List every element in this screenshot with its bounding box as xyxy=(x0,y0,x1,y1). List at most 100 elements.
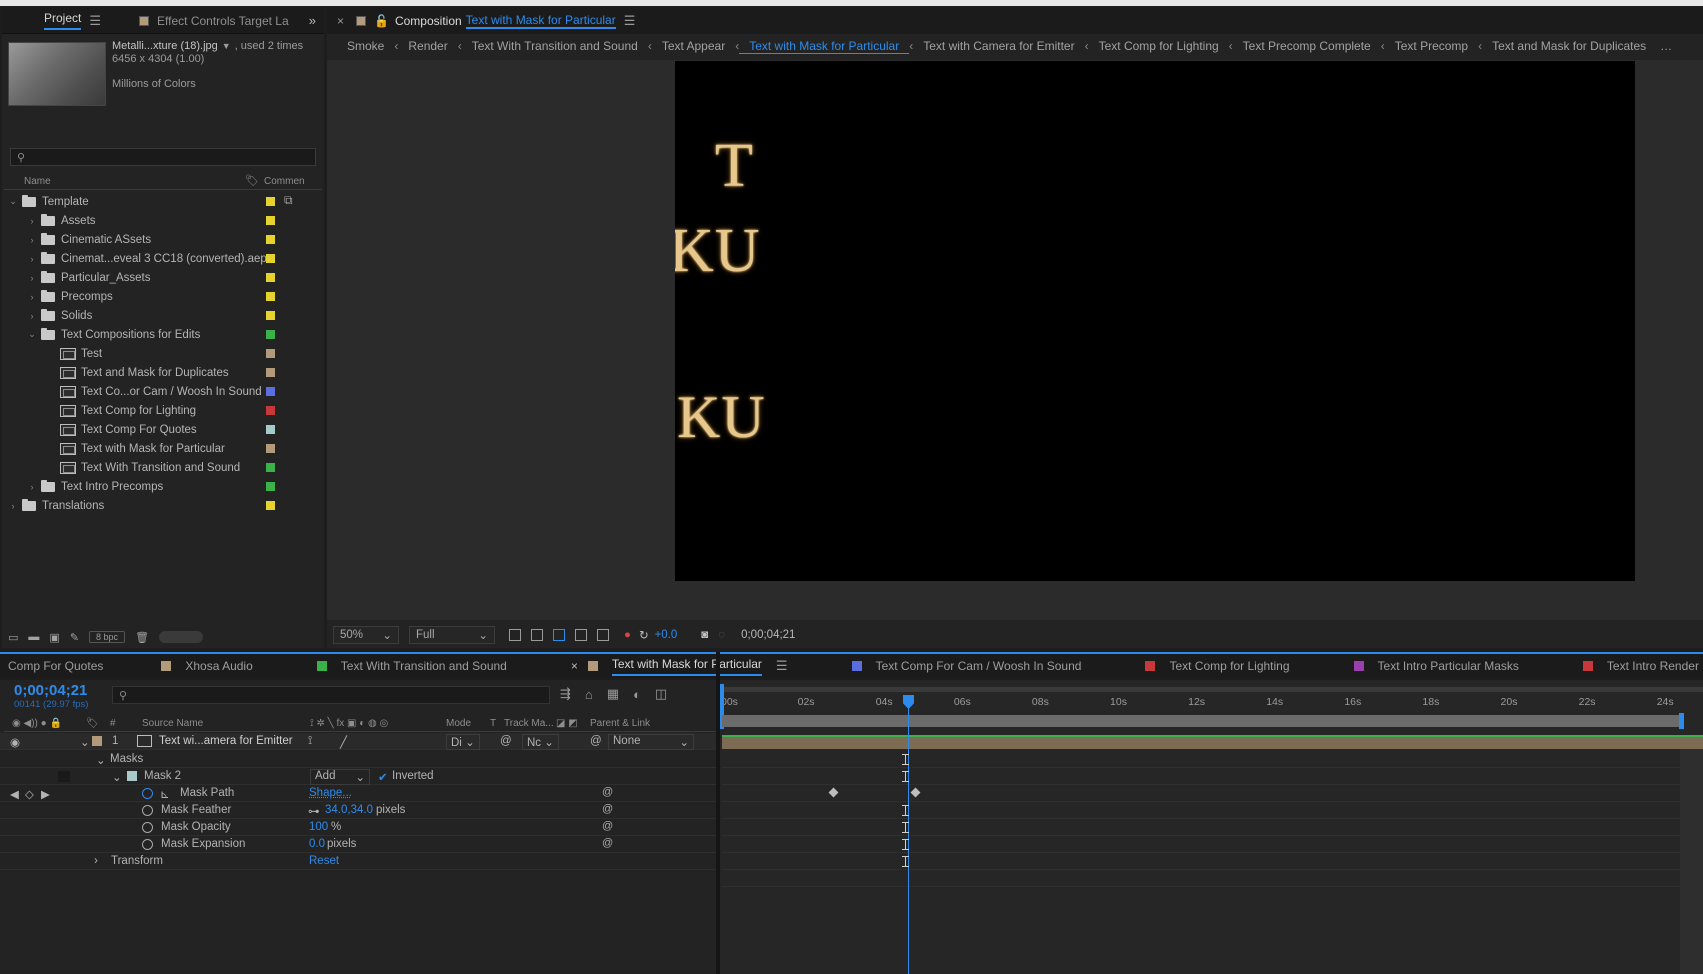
project-folder-row[interactable]: › Cinematic ASsets xyxy=(4,230,322,249)
lock-icon[interactable]: 🔓 xyxy=(374,14,389,28)
collapse-switch-icon[interactable]: ⟟ xyxy=(308,735,312,748)
label-tag-icon[interactable]: 🏷 xyxy=(245,174,259,187)
stopwatch-icon[interactable] xyxy=(142,788,153,799)
label-color-swatch[interactable] xyxy=(266,387,275,396)
property-value[interactable]: 34.0,34.0 xyxy=(325,804,373,816)
graph-icon[interactable]: ⊾ xyxy=(160,787,170,801)
frame-blending-icon[interactable]: ▦ xyxy=(607,686,619,702)
panel-menu-icon[interactable]: ☰ xyxy=(89,13,101,29)
project-comp-row[interactable]: Text With Transition and Sound xyxy=(4,458,322,477)
add-keyframe-icon[interactable]: ◇ xyxy=(25,787,34,801)
mask-property-row[interactable]: ◀ ◇ ▶ ⊾ Mask Path Shape... @ xyxy=(0,785,717,802)
project-folder-row[interactable]: › Cinemat...eveal 3 CC18 (converted).aep xyxy=(4,249,322,268)
project-comp-row[interactable]: Text and Mask for Duplicates xyxy=(4,363,322,382)
expression-pickwhip-icon[interactable]: @ xyxy=(602,803,613,815)
comp-canvas[interactable]: T KU KU xyxy=(675,61,1635,581)
label-color-swatch[interactable] xyxy=(266,235,275,244)
preserve-transparency-icon[interactable]: @ xyxy=(500,735,512,747)
mask-row[interactable]: ⌄ Mask 2 Add ⌄ ✔ Inverted xyxy=(0,768,717,785)
property-value[interactable]: 0.0 xyxy=(309,838,325,850)
column-name[interactable]: Name xyxy=(24,176,51,187)
tab-project[interactable]: Project ☰ xyxy=(2,8,113,34)
expression-pickwhip-icon[interactable]: @ xyxy=(602,786,613,798)
column-source-name[interactable]: Source Name xyxy=(142,718,203,729)
link-icon[interactable]: ⊶ xyxy=(308,804,320,818)
timeline-search-input[interactable]: ⚲ xyxy=(112,686,550,704)
snapshot-icon[interactable]: ◙ xyxy=(701,629,708,641)
label-color-swatch[interactable] xyxy=(266,463,275,472)
project-folder-row[interactable]: › Solids xyxy=(4,306,322,325)
label-color-swatch[interactable] xyxy=(266,482,275,491)
inverted-checkbox[interactable]: ✔ xyxy=(378,770,388,784)
mask-name[interactable]: Mask 2 xyxy=(144,770,181,782)
label-color-swatch[interactable] xyxy=(266,444,275,453)
breadcrumb-item[interactable]: Render xyxy=(398,39,457,53)
work-area-bar[interactable] xyxy=(722,715,1682,727)
project-comp-row[interactable]: Test xyxy=(4,344,322,363)
masks-group-row[interactable]: ⌄ Masks xyxy=(0,751,717,768)
exposure-reset-icon[interactable]: ↻ xyxy=(639,628,649,642)
resolution-select[interactable]: Full ⌄ xyxy=(409,626,495,644)
timeline-tab[interactable]: Text Intro Render xyxy=(1565,654,1703,678)
prev-keyframe-icon[interactable]: ◀ xyxy=(10,787,19,801)
mask-color-swatch[interactable] xyxy=(127,771,137,781)
property-value[interactable]: 100 xyxy=(309,821,328,833)
interpret-footage-icon[interactable]: ▭ xyxy=(8,631,18,644)
timeline-tab[interactable]: Text With Transition and Sound xyxy=(299,654,517,678)
breadcrumb-item[interactable]: Text Appear xyxy=(652,39,735,53)
layer-label-swatch[interactable] xyxy=(92,736,102,746)
breadcrumb-overflow-icon[interactable]: … xyxy=(1656,39,1672,53)
chevron-right-icon[interactable]: › xyxy=(27,235,37,245)
close-icon[interactable]: × xyxy=(337,14,344,28)
mode-select[interactable]: Di ⌄ xyxy=(446,734,480,750)
transform-reset-link[interactable]: Reset xyxy=(309,855,339,867)
project-comp-row[interactable]: Text Co...or Cam / Woosh In Sound xyxy=(4,382,322,401)
motion-blur-icon[interactable]: ◐ xyxy=(633,687,641,702)
label-color-swatch[interactable] xyxy=(266,197,275,206)
timeline-timecode[interactable]: 0;00;04;21 xyxy=(14,682,87,699)
breadcrumb-item[interactable]: Text Precomp xyxy=(1385,39,1478,53)
timeline-tab[interactable]: Xhosa Audio xyxy=(143,654,262,678)
mask-mode-select[interactable]: Add ⌄ xyxy=(310,769,370,785)
zoom-select[interactable]: 50% ⌄ xyxy=(333,626,399,644)
chevron-down-icon[interactable]: ⌄ xyxy=(80,735,90,749)
label-color-swatch[interactable] xyxy=(266,349,275,358)
label-color-swatch[interactable] xyxy=(266,273,275,282)
thumbnail-slider[interactable] xyxy=(159,631,204,643)
stopwatch-icon[interactable] xyxy=(142,839,153,850)
chevron-right-icon[interactable]: › xyxy=(27,311,37,321)
parent-select[interactable]: None ⌄ xyxy=(608,734,694,750)
chevron-right-icon[interactable]: › xyxy=(27,216,37,226)
timeline-tab[interactable]: Text Comp for Lighting xyxy=(1127,654,1299,678)
flowchart-icon[interactable]: ⧉ xyxy=(284,193,293,208)
timeline-tab[interactable]: Comp For Quotes xyxy=(0,654,113,678)
label-color-swatch[interactable] xyxy=(266,425,275,434)
property-value[interactable]: Shape... xyxy=(309,787,352,799)
layer-duration-bar[interactable] xyxy=(722,735,1703,749)
work-area-end-handle[interactable] xyxy=(1679,713,1684,729)
stopwatch-icon[interactable] xyxy=(142,822,153,833)
expression-pickwhip-icon[interactable]: @ xyxy=(602,837,613,849)
label-color-swatch[interactable] xyxy=(266,368,275,377)
chevron-right-icon[interactable]: › xyxy=(94,855,98,867)
mask-lock-box[interactable] xyxy=(58,771,70,782)
timeline-tab[interactable]: × Text with Mask for Particular ☰ xyxy=(553,654,798,678)
project-folder-row[interactable]: ⌄ Template xyxy=(4,192,322,211)
project-comp-row[interactable]: Text Comp for Lighting xyxy=(4,401,322,420)
column-comment[interactable]: Commen xyxy=(264,176,305,187)
breadcrumb-item[interactable]: Text Comp for Lighting xyxy=(1089,39,1229,53)
viewer-timecode[interactable]: 0;00;04;21 xyxy=(741,629,795,641)
timeline-menu-icon[interactable]: ☰ xyxy=(776,658,788,674)
project-comp-row[interactable]: Text with Mask for Particular xyxy=(4,439,322,458)
timeline-tab[interactable]: Text Comp For Cam / Woosh In Sound xyxy=(834,654,1092,678)
show-snapshot-icon[interactable]: ◌ xyxy=(718,629,725,641)
breadcrumb-item[interactable]: Text With Transition and Sound xyxy=(462,39,648,53)
bit-depth-button[interactable]: 8 bpc xyxy=(89,631,126,643)
comp-menu-icon[interactable]: ☰ xyxy=(624,13,636,29)
project-folder-row[interactable]: › Translations xyxy=(4,496,322,515)
time-navigator[interactable] xyxy=(720,687,1703,692)
label-color-swatch[interactable] xyxy=(266,216,275,225)
layer-row[interactable]: ◉ ⌄ 1 Text wi...amera for Emitter ⟟ ╱ Di… xyxy=(0,733,717,750)
brush-icon[interactable]: ✎ xyxy=(70,631,79,644)
region-of-interest-icon[interactable] xyxy=(575,629,587,641)
